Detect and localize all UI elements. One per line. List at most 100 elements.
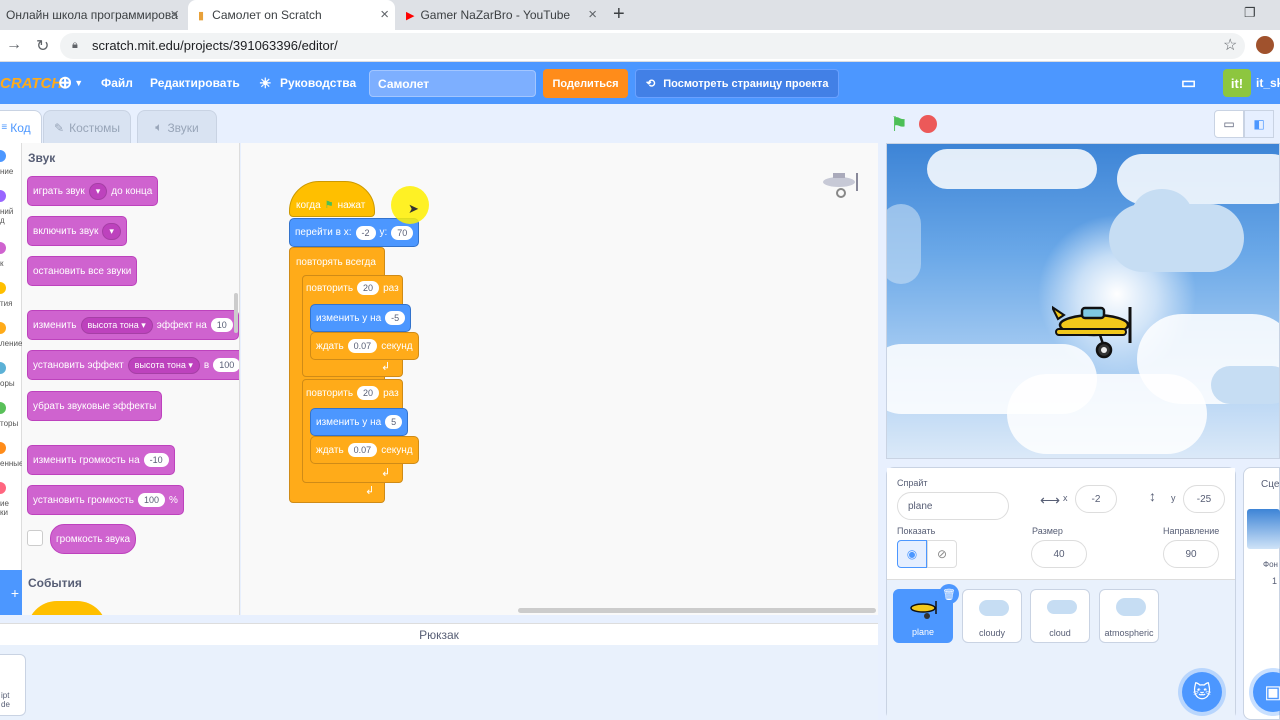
browser-tab-active[interactable]: ▮ Самолет on Scratch × <box>188 0 395 30</box>
sprite-size-input[interactable]: 40 <box>1031 540 1087 568</box>
bookmark-star-icon[interactable]: ☆ <box>1223 35 1237 55</box>
sprite-name-input[interactable]: plane <box>897 492 1009 520</box>
repeat-count-input[interactable]: 20 <box>357 386 380 400</box>
sprite-x-input[interactable]: -2 <box>1075 485 1117 513</box>
block-set-volume[interactable]: установить громкость 100 % <box>27 485 184 515</box>
category-label[interactable]: енные <box>0 459 23 468</box>
my-stuff-folder-icon[interactable]: ▭ <box>1181 62 1196 104</box>
effect-dropdown[interactable]: высота тона ▾ <box>127 356 200 374</box>
block-wait[interactable]: ждать 0.07 секунд <box>310 332 419 360</box>
sprite-label: Спрайт <box>897 478 928 488</box>
wait-seconds-input[interactable]: 0.07 <box>347 443 378 457</box>
browser-tab[interactable]: ▶ Gamer NaZarBro - YouTube × <box>398 0 603 30</box>
volume-monitor-checkbox[interactable] <box>27 530 43 546</box>
block-stop-all-sounds[interactable]: остановить все звуки <box>27 256 138 286</box>
block-label: остановить все звуки <box>33 265 132 277</box>
repeat-count-input[interactable]: 20 <box>357 281 380 295</box>
effect-dropdown[interactable]: высота тона ▾ <box>80 316 153 334</box>
wait-seconds-input[interactable]: 0.07 <box>347 339 378 353</box>
sprite-thumb-atmospheric[interactable]: atmospheric <box>1099 589 1159 643</box>
green-flag-button[interactable]: ⚑ <box>890 112 908 137</box>
category-label[interactable]: оры <box>0 379 15 388</box>
small-stage-button[interactable]: ▭ <box>1214 110 1244 138</box>
see-project-page-button[interactable]: ⟲ Посмотреть страницу проекта <box>635 69 839 98</box>
delete-sprite-trash-icon[interactable]: 🗑︎ <box>939 584 959 604</box>
normal-stage-button[interactable]: ◧ <box>1244 110 1274 138</box>
scratch-logo[interactable]: SCRATCH <box>0 62 62 104</box>
block-play-sound-until-done[interactable]: играть звук ▾ до конца <box>27 176 159 206</box>
effect-value-input[interactable]: 10 <box>210 318 233 332</box>
block-goto-xy[interactable]: перейти в x: -2 y: 70 <box>289 218 420 247</box>
new-tab-button[interactable]: + <box>613 3 625 26</box>
block-change-volume[interactable]: изменить громкость на -10 <box>27 445 175 475</box>
lightbulb-icon[interactable]: ☀ <box>259 62 272 104</box>
block-change-effect[interactable]: изменить высота тона ▾ эффект на 10 <box>27 310 239 340</box>
menu-tutorials[interactable]: Руководства <box>280 62 356 104</box>
user-avatar[interactable]: it! <box>1223 69 1251 97</box>
block-volume-reporter[interactable]: громкость звука <box>50 524 137 554</box>
project-title-input[interactable]: Самолет <box>369 70 536 97</box>
volume-value-input[interactable]: -10 <box>143 453 169 467</box>
block-when-flag-clicked[interactable]: когда ⚑ нажат <box>289 181 375 217</box>
sprite-direction-input[interactable]: 90 <box>1163 540 1219 568</box>
tab-sounds[interactable]: 🔈︎ Звуки <box>137 110 217 144</box>
globe-icon[interactable]: ⊕ ▼ <box>58 62 83 104</box>
block-change-y[interactable]: изменить у на 5 <box>310 408 409 436</box>
plane-sprite[interactable] <box>1052 299 1138 361</box>
script-area-scrollbar[interactable] <box>518 608 876 613</box>
stage-canvas[interactable] <box>886 143 1280 459</box>
stop-button[interactable] <box>919 115 937 133</box>
backpack-item[interactable]: ipt de <box>0 654 26 716</box>
reload-icon[interactable]: ↻ <box>36 36 49 56</box>
category-label[interactable]: ний д <box>0 207 13 225</box>
block-clear-effects[interactable]: убрать звуковые эффекты <box>27 391 163 421</box>
menu-file[interactable]: Файл <box>101 62 133 104</box>
effect-value-input[interactable]: 100 <box>213 358 239 372</box>
browser-tab[interactable]: Онлайн школа программирова × <box>0 0 185 30</box>
profile-avatar[interactable] <box>1256 36 1274 54</box>
add-sprite-button[interactable]: 🐱︎ <box>1182 672 1222 712</box>
y-input[interactable]: 70 <box>391 225 414 240</box>
category-label[interactable]: ние <box>0 167 13 176</box>
category-label[interactable]: ие ки <box>0 499 9 517</box>
x-input[interactable]: -2 <box>355 225 376 240</box>
backpack-header[interactable]: Рюкзак <box>0 623 878 645</box>
sound-dropdown[interactable]: ▾ <box>88 182 108 200</box>
y-change-input[interactable]: 5 <box>385 415 403 429</box>
sprite-thumb-cloudy[interactable]: cloudy <box>962 589 1022 643</box>
username[interactable]: it_sk <box>1256 62 1280 104</box>
palette-scrollbar[interactable] <box>234 293 238 333</box>
hide-sprite-eye-icon[interactable]: ⊘ <box>927 540 957 568</box>
block-hat-partial[interactable] <box>27 601 107 615</box>
category-label[interactable]: тия <box>0 299 12 308</box>
close-icon[interactable]: × <box>380 6 389 23</box>
block-change-y[interactable]: изменить у на -5 <box>310 304 412 332</box>
category-label[interactable]: к <box>0 259 4 268</box>
sound-dropdown[interactable]: ▾ <box>102 222 121 240</box>
close-icon[interactable]: × <box>170 6 179 23</box>
close-icon[interactable]: × <box>588 6 597 23</box>
restore-window-icon[interactable]: ❐ <box>1244 5 1256 21</box>
sprite-y-input[interactable]: -25 <box>1183 485 1225 513</box>
lock-icon[interactable]: 🔒︎ <box>72 39 78 52</box>
share-button[interactable]: Поделиться <box>543 69 628 98</box>
block-label: перейти в x: <box>295 227 352 238</box>
backdrop-thumbnail[interactable] <box>1247 509 1280 549</box>
url-text[interactable]: scratch.mit.edu/projects/391063396/edito… <box>92 38 338 53</box>
tab-costumes[interactable]: ✎ Костюмы <box>43 110 131 144</box>
forward-icon[interactable]: → <box>6 36 22 54</box>
section-events-heading: События <box>28 576 82 590</box>
tab-code[interactable]: ≡ Код <box>0 110 42 144</box>
block-start-sound[interactable]: включить звук ▾ <box>27 216 127 246</box>
script-area[interactable]: когда ⚑ нажат перейти в x: -2 y: 70 повт… <box>241 143 878 615</box>
show-sprite-eye-icon[interactable]: ◉ <box>897 540 927 568</box>
block-wait[interactable]: ждать 0.07 секунд <box>310 436 419 464</box>
add-extension-button[interactable]: + <box>0 570 22 615</box>
menu-edit[interactable]: Редактировать <box>150 62 240 104</box>
block-set-effect[interactable]: установить эффект высота тона ▾ в 100 <box>27 350 239 380</box>
category-label[interactable]: ление <box>0 339 22 348</box>
sprite-thumb-cloud[interactable]: cloud <box>1030 589 1090 643</box>
category-label[interactable]: торы <box>0 419 18 428</box>
volume-value-input[interactable]: 100 <box>137 493 165 507</box>
y-change-input[interactable]: -5 <box>385 311 406 325</box>
